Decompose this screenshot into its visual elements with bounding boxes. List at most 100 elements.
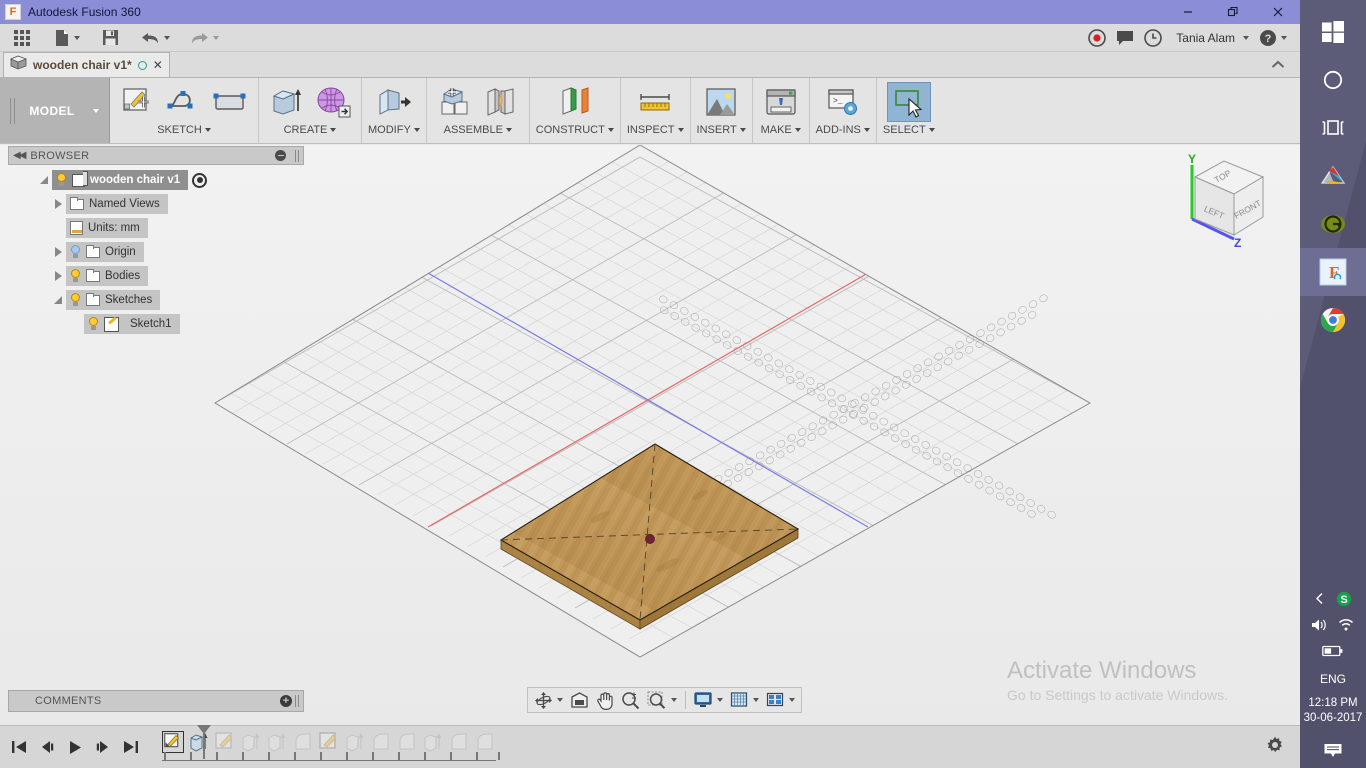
look-at-icon[interactable]: [567, 688, 592, 712]
step-forward-icon[interactable]: [94, 736, 112, 758]
timeline-track[interactable]: [162, 725, 500, 767]
tree-row-bodies[interactable]: Bodies: [8, 264, 304, 288]
rectangle-icon[interactable]: [208, 82, 252, 122]
collapse-left-icon[interactable]: ◀◀: [13, 150, 26, 161]
expander-closed-icon[interactable]: [50, 247, 66, 257]
close-tab-icon[interactable]: ✕: [153, 58, 163, 72]
app-grid-icon[interactable]: [9, 25, 35, 51]
ribbon-group-label-inspect[interactable]: INSPECT: [627, 124, 684, 136]
display-settings-icon[interactable]: [691, 688, 726, 712]
zoom-icon[interactable]: [618, 688, 643, 712]
spline-icon[interactable]: [162, 82, 206, 122]
clock[interactable]: 12:18 PM 30-06-2017: [1304, 692, 1363, 734]
record-icon[interactable]: [1083, 25, 1111, 51]
undo-icon[interactable]: [136, 25, 175, 51]
tree-pill-sketches[interactable]: Sketches: [66, 290, 161, 310]
gear-icon[interactable]: [1266, 736, 1300, 759]
close-button[interactable]: [1255, 0, 1300, 24]
fusion360-icon[interactable]: F: [1300, 248, 1366, 296]
cortana-search-icon[interactable]: [1300, 56, 1366, 104]
visibility-bulb-icon[interactable]: [56, 173, 67, 187]
activate-component-radio[interactable]: [192, 172, 208, 188]
expander-closed-icon[interactable]: [50, 271, 66, 281]
select-icon[interactable]: [886, 82, 931, 122]
create-sketch-icon[interactable]: [116, 82, 160, 122]
timeline-item-fillet[interactable]: [370, 731, 392, 753]
action-center-icon[interactable]: [1300, 734, 1366, 768]
zoom-window-icon[interactable]: [644, 688, 680, 712]
timeline-item-extrude[interactable]: [422, 731, 444, 753]
view-cube[interactable]: Y Z TOP LEFT FRONT: [1172, 147, 1282, 257]
timeline-item-fillet[interactable]: [292, 731, 314, 753]
minus-circle-icon[interactable]: [275, 150, 286, 161]
step-back-icon[interactable]: [38, 736, 56, 758]
tree-row-origin[interactable]: Origin: [8, 240, 304, 264]
grammarly-icon[interactable]: [1300, 200, 1366, 248]
tree-row-units[interactable]: Units: mm: [8, 216, 304, 240]
3d-print-icon[interactable]: [759, 82, 803, 122]
ribbon-group-label-make[interactable]: MAKE: [761, 124, 801, 136]
ribbon-group-label-construct[interactable]: CONSTRUCT: [536, 124, 614, 136]
grid-snaps-icon[interactable]: [727, 688, 762, 712]
comment-icon[interactable]: [1111, 25, 1139, 51]
panel-resize-grip[interactable]: [295, 149, 299, 162]
battery-icon[interactable]: [1322, 644, 1344, 662]
pan-icon[interactable]: [593, 688, 617, 712]
expander-open-icon[interactable]: [36, 176, 52, 184]
ribbon-group-label-addins[interactable]: ADD-INS: [816, 124, 870, 136]
plus-circle-icon[interactable]: +: [280, 695, 292, 707]
extrude-icon[interactable]: [265, 82, 309, 122]
user-account-button[interactable]: Tania Alam: [1167, 25, 1254, 51]
timeline-item-sketch[interactable]: [162, 731, 184, 753]
save-icon[interactable]: [97, 25, 124, 51]
press-pull-icon[interactable]: [372, 82, 416, 122]
wifi-icon[interactable]: [1338, 618, 1355, 637]
ribbon-group-label-sketch[interactable]: SKETCH: [157, 124, 211, 136]
volume-icon[interactable]: [1311, 618, 1328, 637]
autodesk-icon[interactable]: [1300, 152, 1366, 200]
ribbon-group-label-create[interactable]: CREATE: [284, 124, 337, 136]
ribbon-group-label-insert[interactable]: INSERT: [697, 124, 746, 136]
tree-pill-sketch1[interactable]: Sketch1: [84, 314, 180, 334]
create-form-icon[interactable]: [311, 82, 355, 122]
tree-pill-named-views[interactable]: Named Views: [66, 194, 168, 214]
skype-icon[interactable]: S: [1336, 591, 1352, 612]
visibility-bulb-icon[interactable]: [88, 317, 99, 331]
tree-pill-root[interactable]: wooden chair v1: [52, 170, 189, 190]
tree-row-named-views[interactable]: Named Views: [8, 192, 304, 216]
document-tab[interactable]: wooden chair v1* ✕: [3, 52, 170, 77]
skip-to-end-icon[interactable]: [122, 736, 140, 758]
tree-row-wooden-chair[interactable]: wooden chair v1: [8, 168, 304, 192]
chrome-icon[interactable]: [1300, 296, 1366, 344]
timeline-item-fillet[interactable]: [396, 731, 418, 753]
visibility-bulb-icon[interactable]: [70, 269, 81, 283]
tree-row-sketch1[interactable]: Sketch1: [8, 312, 304, 336]
tree-row-sketches[interactable]: Sketches: [8, 288, 304, 312]
joint-icon[interactable]: [479, 82, 523, 122]
minimize-button[interactable]: [1165, 0, 1210, 24]
insert-image-icon[interactable]: [699, 82, 743, 122]
tree-pill-bodies[interactable]: Bodies: [66, 266, 149, 286]
skip-to-start-icon[interactable]: [10, 736, 28, 758]
measure-icon[interactable]: [633, 82, 677, 122]
offset-plane-icon[interactable]: [553, 82, 597, 122]
start-windows-icon[interactable]: [1300, 8, 1366, 56]
task-view-icon[interactable]: [1300, 104, 1366, 152]
new-file-icon[interactable]: [49, 25, 85, 51]
timeline-item-fillet[interactable]: [474, 731, 496, 753]
comments-panel-header[interactable]: COMMENTS +: [8, 690, 304, 712]
timeline-playhead[interactable]: [197, 725, 211, 759]
timeline-item-sketch[interactable]: [214, 731, 236, 753]
help-icon[interactable]: ?: [1254, 25, 1292, 51]
visibility-bulb-icon[interactable]: [70, 245, 81, 259]
viewports-icon[interactable]: [763, 688, 798, 712]
workspace-switcher-button[interactable]: MODEL: [0, 78, 110, 143]
comments-resize-grip[interactable]: [295, 695, 299, 707]
unsaved-indicator-icon[interactable]: [137, 60, 147, 70]
expander-open-icon[interactable]: [50, 296, 66, 304]
scripts-addins-icon[interactable]: >_: [821, 82, 865, 122]
expander-closed-icon[interactable]: [50, 199, 66, 209]
chevron-left-icon[interactable]: [1314, 592, 1326, 610]
ribbon-group-label-select[interactable]: SELECT: [883, 124, 935, 136]
timeline-item-sketch[interactable]: [318, 731, 340, 753]
